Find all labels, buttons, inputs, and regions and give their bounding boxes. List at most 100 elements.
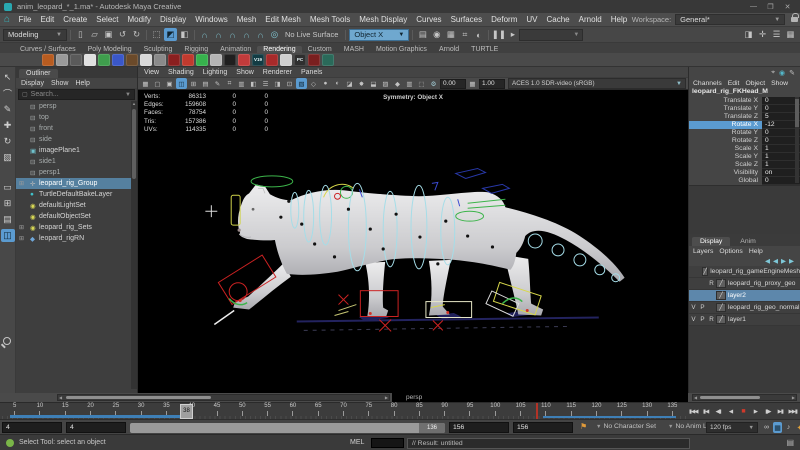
auto-keyframe-icon[interactable]: ✦ (795, 422, 800, 433)
close-button[interactable]: ✕ (779, 3, 796, 11)
shelf-tab[interactable]: Curves / Surfaces (14, 46, 82, 53)
menu-item[interactable]: Edit Mesh (261, 15, 306, 24)
menu-item[interactable]: Modify (123, 15, 156, 24)
panel-menu-item[interactable]: Lighting (203, 69, 228, 76)
layer-visibility-toggle[interactable]: V (689, 304, 698, 311)
xray-icon[interactable]: ⬚ (416, 78, 427, 89)
shelf-icon-17[interactable] (266, 54, 278, 66)
shelf-icon-19[interactable]: PC (294, 54, 306, 66)
textured-icon[interactable]: ◐ (332, 78, 343, 89)
panel-menu-item[interactable]: View (144, 69, 159, 76)
outliner-item[interactable]: ⊞ ✛ leopard_rig_Group (16, 178, 137, 189)
layer-editor-menu-item[interactable]: Help (749, 248, 763, 255)
select-tool-icon[interactable]: ↖ (1, 71, 15, 84)
resolution-gate-icon[interactable]: ◧ (248, 78, 259, 89)
shelf-tab[interactable]: Arnold (433, 46, 465, 53)
select-by-object-type-icon[interactable]: ◩ (164, 28, 177, 41)
step-back-key-button[interactable]: ◀▮ (712, 409, 724, 415)
animation-start-field[interactable]: 4 (2, 422, 62, 433)
shelf-icon-9[interactable] (154, 54, 166, 66)
shelf-tab[interactable]: TURTLE (465, 46, 504, 53)
menu-item[interactable]: Surfaces (446, 15, 487, 24)
shelf-icon-21[interactable] (322, 54, 334, 66)
Scale Z[interactable]: Scale Z 1 (689, 161, 800, 169)
audio-icon[interactable]: ♪ (784, 422, 793, 433)
shelf-icon-16[interactable]: V19 (252, 54, 264, 66)
launch-hypershade-icon[interactable]: ◐ (472, 28, 485, 41)
scale-tool-icon[interactable]: ▧ (1, 151, 15, 164)
shadows-icon[interactable]: ⬓ (368, 78, 379, 89)
menu-item[interactable]: Cache (542, 15, 574, 24)
menu-item[interactable]: Windows (191, 15, 232, 24)
home-icon[interactable]: ⌂ (4, 14, 10, 25)
layer-visibility-toggle[interactable]: V (689, 316, 698, 323)
lighting-icon[interactable]: ✸ (356, 78, 367, 89)
render-current-frame-icon[interactable]: ▤ (416, 28, 429, 41)
move-layer-up-top-icon[interactable]: ◀ (773, 257, 778, 265)
minimize-button[interactable]: — (745, 3, 762, 10)
wireframe-icon[interactable]: ◇ (308, 78, 319, 89)
outliner-item[interactable]: ◉ defaultLightSet (16, 200, 137, 211)
lock-camera-icon[interactable]: ▢ (152, 78, 163, 89)
bookmarks-icon[interactable]: ◫ (176, 78, 187, 89)
script-editor-icon[interactable]: ▤ (786, 438, 794, 447)
panel-menu-item[interactable]: Shading (168, 69, 194, 76)
Scale X[interactable]: Scale X 1 (689, 145, 800, 153)
bookmark-icon[interactable]: ⚑ (580, 422, 587, 431)
Rotate Z[interactable]: Rotate Z 0 (689, 137, 800, 145)
ipr-render-icon[interactable]: ◉ (430, 28, 443, 41)
snap-to-projected-center-icon[interactable]: ∩ (240, 28, 253, 41)
move-layer-up-icon[interactable]: ◀ (765, 257, 770, 265)
lasso-tool-icon[interactable]: ⌒ (1, 87, 15, 100)
play-backwards-button[interactable]: ◀ (724, 409, 736, 415)
undo-icon[interactable]: ↺ (116, 28, 129, 41)
select-camera-icon[interactable]: ▦ (140, 78, 151, 89)
shelf-tab[interactable]: Animation (214, 46, 257, 53)
leopard_rig_proxy_geo[interactable]: R ╱ leopard_rig_proxy_geo (689, 278, 800, 290)
menu-item[interactable]: UV (522, 15, 542, 24)
expand-icon[interactable]: ⊞ (19, 180, 24, 187)
menu-item[interactable]: Curves (412, 15, 446, 24)
range-slider[interactable]: 136 (130, 423, 445, 433)
exposure-icon[interactable]: ⚙ (428, 78, 439, 89)
shelf-tab[interactable]: Rendering (257, 46, 301, 53)
channel-box-toggle-icon[interactable]: ☰ (770, 28, 783, 41)
menu-item[interactable]: Mesh Display (355, 15, 412, 24)
safe-title-icon[interactable]: ▧ (296, 78, 307, 89)
loop-playback-icon[interactable]: ∞ (762, 422, 771, 433)
Rotate Y[interactable]: Rotate Y 0 (689, 129, 800, 137)
playback-end-field[interactable]: 156 (449, 422, 509, 433)
outliner-item[interactable]: ⊟ front (16, 123, 137, 134)
attribute-editor-toggle-icon[interactable]: ◨ (742, 28, 755, 41)
grease-pencil-icon[interactable]: ✎ (212, 78, 223, 89)
zoom-tool-icon[interactable] (3, 337, 11, 345)
tool-settings-toggle-icon[interactable]: ✛ (756, 28, 769, 41)
Translate X[interactable]: Translate X 0 (689, 97, 800, 105)
outliner-item[interactable]: ⊞ ◆ leopard_rigRN (16, 233, 137, 244)
shelf-icon-11[interactable] (182, 54, 194, 66)
safe-action-icon[interactable]: ⊡ (284, 78, 295, 89)
rotate-tool-icon[interactable]: ↻ (1, 135, 15, 148)
expand-icon[interactable]: ⊞ (19, 224, 24, 231)
show-manipulator-icon[interactable]: ⌖ (771, 69, 775, 77)
maximize-button[interactable]: ❐ (762, 3, 779, 11)
motion-blur-icon[interactable]: ◆ (392, 78, 403, 89)
shelf-icon-18[interactable] (280, 54, 292, 66)
layer-color-swatch[interactable]: ╱ (716, 315, 726, 324)
image-plane-icon[interactable]: ⊞ (188, 78, 199, 89)
outliner-tab[interactable]: Outliner (19, 69, 58, 78)
layer-color-swatch[interactable]: ╱ (716, 279, 726, 288)
shelf-icon-4[interactable] (84, 54, 96, 66)
mel-label[interactable]: MEL (350, 439, 364, 446)
layer-editor-tab[interactable]: Anim (732, 237, 764, 246)
gate-mask-icon[interactable]: ☰ (260, 78, 271, 89)
fps-dropdown[interactable]: 120 fps▼ (706, 422, 758, 433)
new-scene-icon[interactable]: ▯ (74, 28, 87, 41)
leopard_rig_geo_normal[interactable]: V P ╱ leopard_rig_geo_normal (689, 302, 800, 314)
move-layer-down-bottom-icon[interactable]: ▶ (789, 257, 794, 265)
view-transform-dropdown[interactable]: ACES 1.0 SDR-video (sRGB) ▼ (508, 78, 686, 89)
viewport-canvas[interactable]: Verts:86313 00 Edges:159608 00 Faces:787… (138, 90, 688, 393)
step-forward-key-button[interactable]: ▮▶ (762, 409, 774, 415)
shelf-icon-2[interactable] (56, 54, 68, 66)
Translate Y[interactable]: Translate Y 0 (689, 105, 800, 113)
